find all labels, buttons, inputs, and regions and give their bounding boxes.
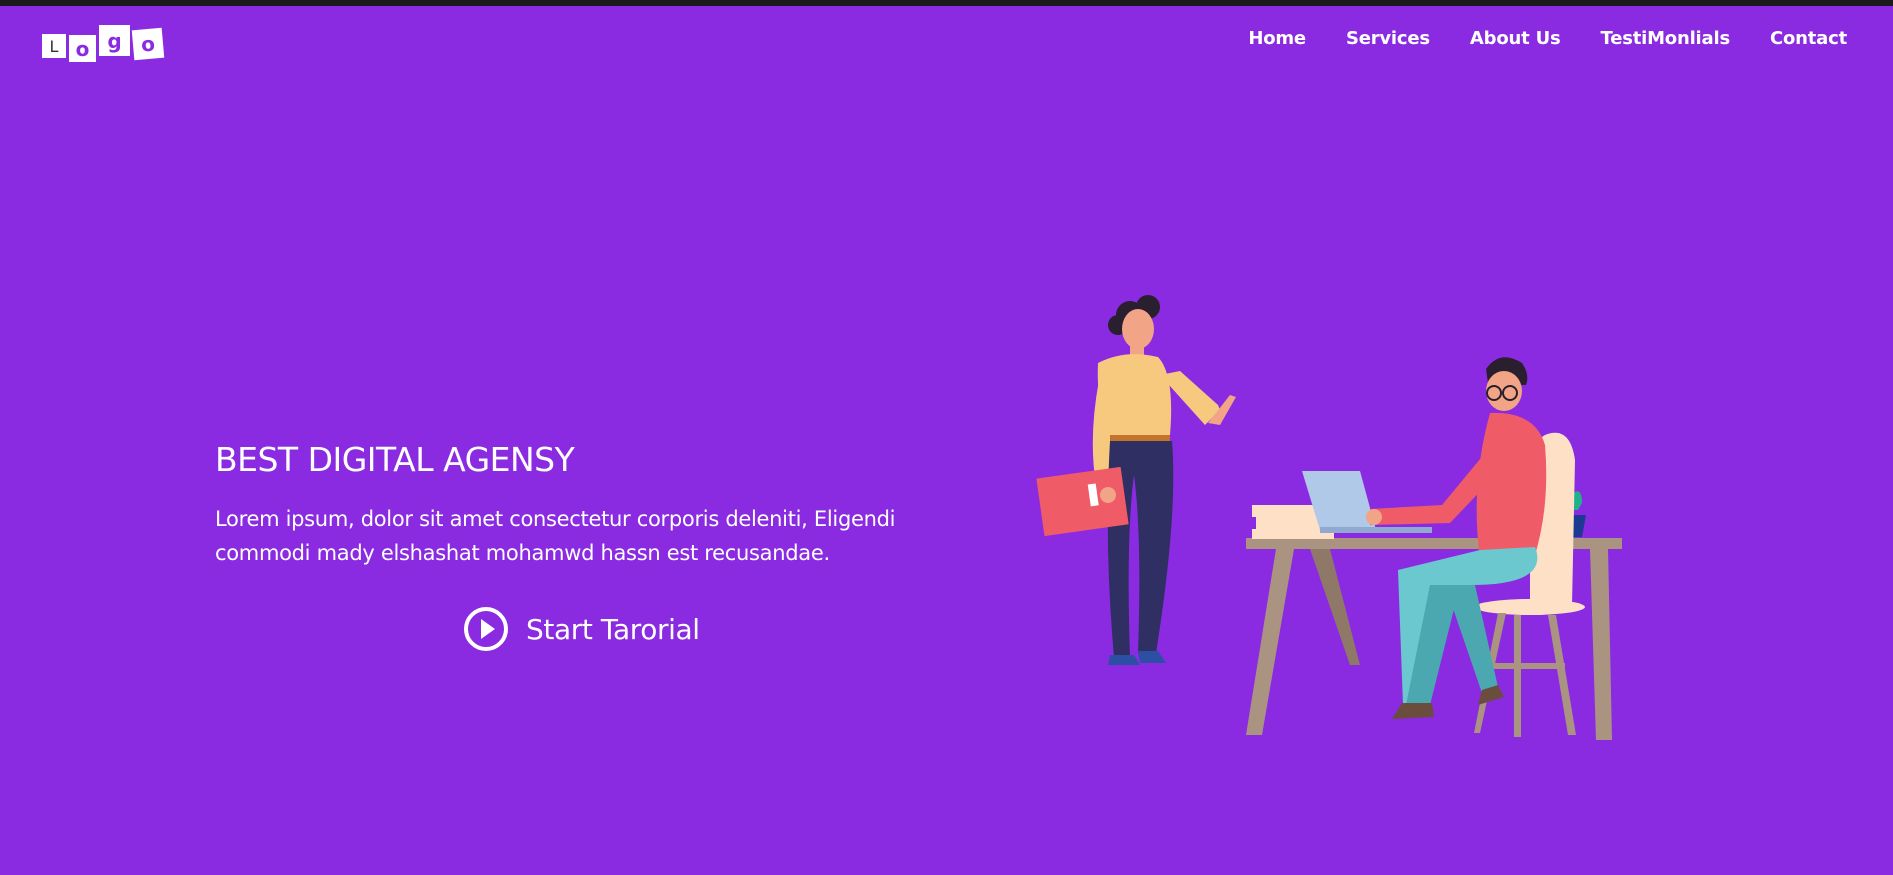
nav-testimonials[interactable]: TestiMonlials xyxy=(1601,28,1731,49)
top-strip xyxy=(0,0,1893,6)
logo-letter: L xyxy=(42,34,66,58)
hero-illustration xyxy=(1036,295,1622,740)
nav-services[interactable]: Services xyxy=(1346,28,1430,49)
main-nav: Home Services About Us TestiMonlials Con… xyxy=(1248,28,1847,49)
nav-home[interactable]: Home xyxy=(1248,28,1306,49)
nav-contact[interactable]: Contact xyxy=(1770,28,1847,49)
play-circle-icon xyxy=(464,607,508,651)
hero-title: BEST DIGITAL AGENSY xyxy=(215,440,575,479)
hero-description: Lorem ipsum, dolor sit amet consectetur … xyxy=(215,507,896,565)
cta-label: Start Tarorial xyxy=(526,612,700,646)
logo-letter: o xyxy=(131,27,165,61)
logo[interactable]: L o g o xyxy=(42,24,165,62)
logo-letter: g xyxy=(99,25,130,56)
logo-letter: o xyxy=(69,35,96,62)
nav-about-us[interactable]: About Us xyxy=(1470,28,1561,49)
start-tutorial-button[interactable]: Start Tarorial xyxy=(462,605,700,653)
standing-person-illustration xyxy=(1036,295,1236,665)
